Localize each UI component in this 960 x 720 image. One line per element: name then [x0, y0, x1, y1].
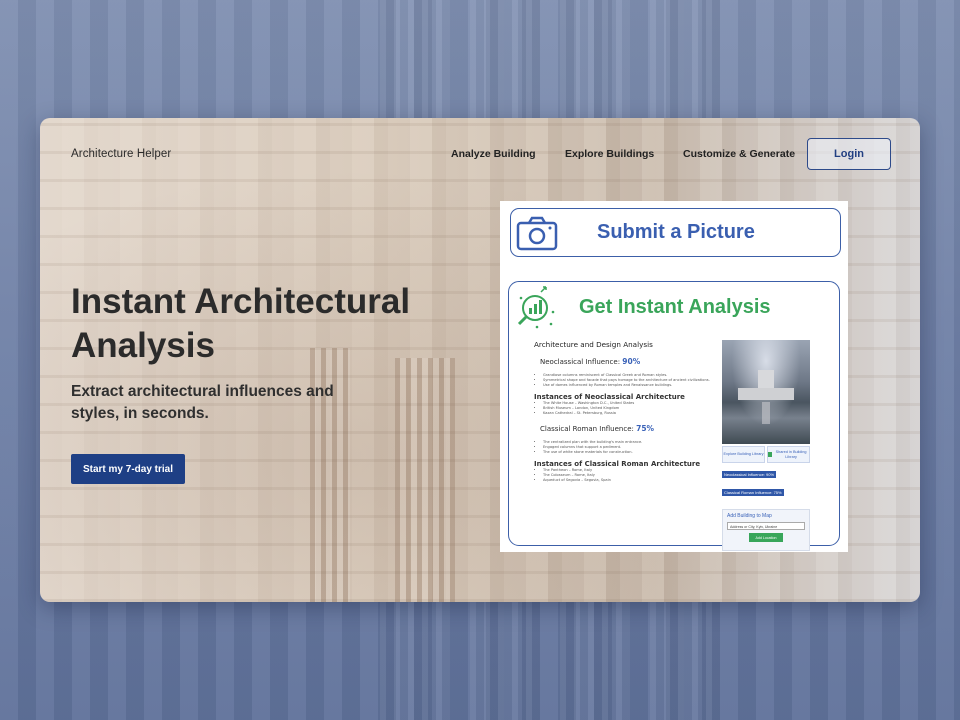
analysis-sidebar: Explore Building Library Shared in Build…: [722, 340, 810, 551]
address-field[interactable]: Address or City, Kyiv, Ukraine: [727, 522, 805, 530]
roman-label: Classical Roman Influence:: [540, 425, 634, 433]
neoclassical-influence: Neoclassical Influence: 90%: [540, 357, 724, 366]
building-photo: [722, 340, 810, 444]
add-to-map-box: Add Building to Map Address or City, Kyi…: [722, 509, 810, 551]
neoclassical-instances: The White House – Washington D.C., Unite…: [534, 401, 724, 416]
submit-picture-button[interactable]: Submit a Picture: [510, 208, 841, 257]
list-item: Kazan Cathedral – St. Petersburg, Russia: [543, 411, 724, 416]
list-item: The use of white stone materials for con…: [543, 450, 724, 455]
hero-card: Architecture Helper Analyze Building Exp…: [40, 118, 920, 602]
shared-library-button[interactable]: Shared in Building Library: [767, 446, 810, 463]
login-button[interactable]: Login: [807, 138, 891, 170]
camera-icon: [516, 216, 558, 251]
neoclassical-bullets: Grandiose columns reminiscent of Classic…: [534, 373, 724, 388]
roman-bullets: The centralized plan with the building's…: [534, 440, 724, 455]
nav-analyze-building[interactable]: Analyze Building: [451, 148, 536, 160]
neoclassical-value: 90%: [622, 357, 641, 366]
start-trial-button[interactable]: Start my 7-day trial: [71, 454, 185, 484]
roman-tag: Classical Roman Influence: 75%: [722, 489, 784, 496]
shared-library-label: Shared in Building Library: [775, 449, 807, 459]
analysis-magnifier-icon: [517, 286, 555, 329]
submit-picture-label: Submit a Picture: [597, 221, 755, 243]
list-item: Use of domes influenced by Roman temples…: [543, 383, 724, 388]
analysis-title: Get Instant Analysis: [579, 296, 771, 318]
analysis-report: Architecture and Design Analysis Neoclas…: [534, 340, 724, 483]
add-location-button[interactable]: Add Location: [749, 533, 783, 542]
neoclassical-tag: Neoclassical Influence: 90%: [722, 471, 777, 478]
map-title: Add Building to Map: [727, 513, 772, 519]
roman-influence: Classical Roman Influence: 75%: [540, 424, 724, 433]
list-item: Aqueduct of Segovia – Segovia, Spain: [543, 478, 724, 483]
nav-explore-buildings[interactable]: Explore Buildings: [565, 148, 654, 160]
nav-customize-generate[interactable]: Customize & Generate: [683, 148, 795, 160]
brand-name[interactable]: Architecture Helper: [71, 148, 171, 160]
feature-panel: Submit a Picture Get Instant Analysis Ar…: [500, 201, 848, 552]
analysis-card: Get Instant Analysis Architecture and De…: [508, 281, 840, 551]
hero-subtitle: Extract architectural influences and sty…: [71, 383, 334, 422]
check-icon: [768, 452, 773, 457]
hero-title: Instant Architectural Analysis: [71, 282, 411, 365]
report-heading: Architecture and Design Analysis: [534, 340, 653, 349]
roman-value: 75%: [636, 424, 655, 433]
roman-instances-heading: Instances of Classical Roman Architectur…: [534, 460, 701, 468]
neoclassical-label: Neoclassical Influence:: [540, 358, 621, 366]
roman-instances: The Pantheon – Rome, Italy The Colosseum…: [534, 468, 724, 483]
explore-library-button[interactable]: Explore Building Library: [722, 446, 765, 463]
neoclassical-instances-heading: Instances of Neoclassical Architecture: [534, 393, 685, 401]
